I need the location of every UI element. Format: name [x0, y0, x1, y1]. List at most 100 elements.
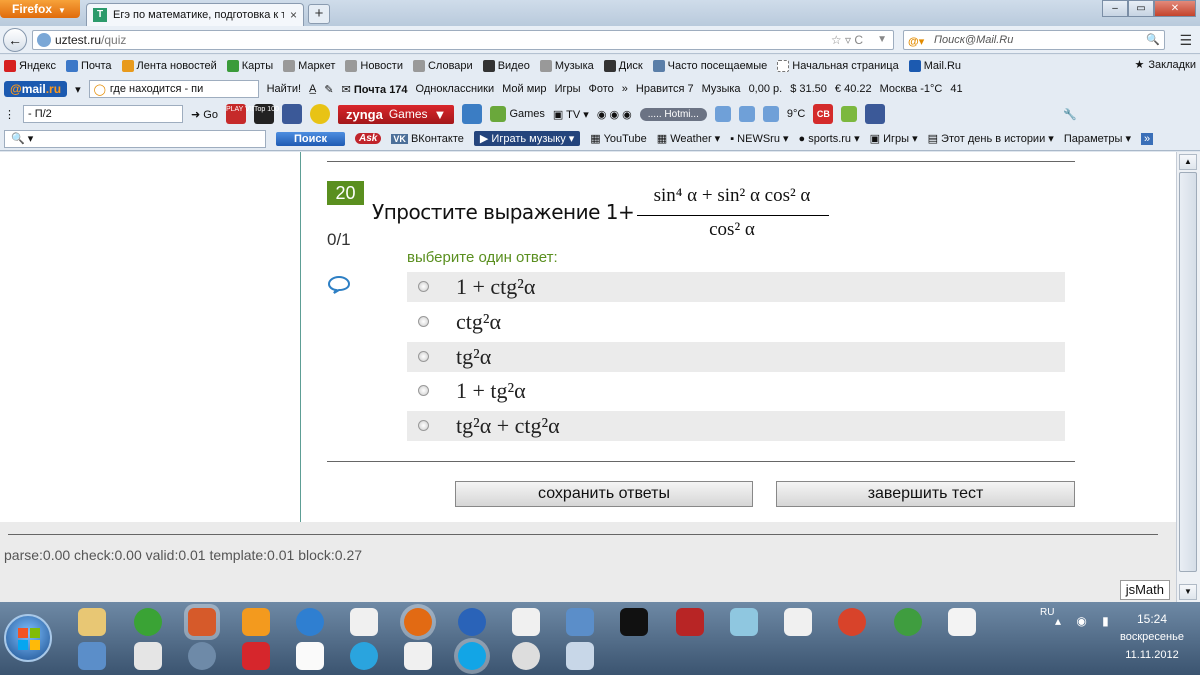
- maximize-button[interactable]: ▭: [1128, 0, 1154, 17]
- addon-combo[interactable]: - П/2: [23, 105, 183, 123]
- ccleaner-icon[interactable]: [838, 608, 866, 636]
- save-answers-button[interactable]: сохранить ответы: [455, 481, 753, 507]
- utorrent-icon[interactable]: [134, 608, 162, 636]
- bookmark-item[interactable]: Начальная страница: [777, 60, 899, 72]
- bookmark-item[interactable]: Яндекс: [4, 60, 56, 72]
- top-100-icon[interactable]: Top 100: [253, 104, 279, 124]
- youtube-link[interactable]: ▦ YouTube: [590, 132, 647, 145]
- go-button[interactable]: ➜ Go: [191, 108, 218, 121]
- answer-radio[interactable]: [418, 420, 429, 431]
- skype-icon[interactable]: [458, 642, 486, 670]
- weather-link[interactable]: ▦ Weather ▾: [657, 132, 720, 145]
- itunes-icon[interactable]: [458, 608, 486, 636]
- answer-radio[interactable]: [418, 385, 429, 396]
- search-input[interactable]: @▾ Поиск@Mail.Ru 🔍: [903, 30, 1165, 50]
- smiley-icon[interactable]: [309, 104, 330, 124]
- answer-option[interactable]: 1 + tg²α: [407, 376, 1065, 406]
- firefox-icon[interactable]: [404, 608, 432, 636]
- comment-bubble-icon[interactable]: [328, 276, 350, 294]
- mailru-logo[interactable]: @mail.ru: [4, 81, 68, 97]
- bookmark-item[interactable]: Музыка: [539, 60, 594, 72]
- answer-radio[interactable]: [418, 316, 429, 327]
- chrome-icon[interactable]: [894, 608, 922, 636]
- answer-radio[interactable]: [418, 351, 429, 362]
- scroll-thumb[interactable]: [1179, 172, 1197, 572]
- bookmark-item[interactable]: Часто посещаемые: [652, 60, 767, 72]
- vertical-scrollbar[interactable]: ▲ ▼: [1176, 152, 1200, 602]
- system-clock[interactable]: 15:24 воскресенье 11.11.2012: [1108, 610, 1196, 664]
- bookmark-star-icon[interactable]: ☆ ▿ C: [831, 31, 863, 49]
- font-icon[interactable]: A̲: [309, 83, 316, 95]
- sports-link[interactable]: ● sports.ru ▾: [799, 132, 860, 145]
- language-indicator[interactable]: RU: [1040, 607, 1054, 618]
- puzzle-icon[interactable]: [462, 104, 483, 124]
- bookmark-item[interactable]: Почта: [66, 60, 112, 72]
- newsru-link[interactable]: ▪ NEWSru ▾: [730, 132, 788, 145]
- angry-birds-icon[interactable]: [676, 608, 704, 636]
- eur-rate[interactable]: € 40.22: [835, 83, 872, 95]
- bookmark-item[interactable]: Видео: [482, 60, 530, 72]
- tv-item[interactable]: ▣ TV ▾: [553, 108, 589, 121]
- mailru-search-combo[interactable]: ◯ где находится - пи: [88, 80, 259, 98]
- scroll-down-arrow-icon[interactable]: ▼: [1179, 584, 1197, 600]
- browser-tab[interactable]: T Егэ по математике, подготовка к тести.…: [86, 3, 304, 26]
- find-button[interactable]: Найти!: [267, 83, 301, 95]
- tray-icons[interactable]: ▴ ◉ ▮: [1055, 614, 1115, 628]
- answer-option[interactable]: tg²α + ctg²α: [407, 411, 1065, 441]
- steam-icon[interactable]: [512, 642, 540, 670]
- mailbar-item[interactable]: Мой мир: [502, 83, 546, 95]
- pencil-icon[interactable]: ✎: [324, 83, 333, 96]
- answer-option[interactable]: ctg²α: [407, 307, 1065, 337]
- leaf-icon[interactable]: [841, 106, 858, 122]
- facebook-notify-icon[interactable]: [865, 104, 886, 124]
- yandex-icon[interactable]: [948, 608, 976, 636]
- blank-document-icon[interactable]: [296, 642, 324, 670]
- answer-option[interactable]: tg²α: [407, 342, 1065, 372]
- box-icon[interactable]: [762, 106, 779, 122]
- ask-icon[interactable]: Ask: [355, 133, 382, 144]
- menu-icon[interactable]: ☰: [1179, 32, 1192, 49]
- games-link[interactable]: ▣ Игры ▾: [870, 132, 918, 145]
- chevron-down-icon[interactable]: ▾: [75, 83, 81, 96]
- url-bar[interactable]: uztest.ru/quiz ☆ ▿ C ▼: [32, 30, 894, 50]
- cb-icon[interactable]: CB: [813, 104, 834, 124]
- document-icon[interactable]: [350, 608, 378, 636]
- finish-test-button[interactable]: завершить тест: [776, 481, 1075, 507]
- history-link[interactable]: ▤ Этот день в истории ▾: [928, 132, 1054, 145]
- search-icon[interactable]: 🔍: [1146, 31, 1160, 49]
- app-icon[interactable]: [188, 608, 216, 636]
- bookmark-item[interactable]: Лента новостей: [121, 60, 217, 72]
- facebook-icon[interactable]: [281, 104, 302, 124]
- jsmath-button[interactable]: jsMath: [1119, 580, 1170, 600]
- player-controls[interactable]: ◉ ◉ ◉: [597, 108, 632, 121]
- mailbar-item[interactable]: Музыка: [702, 83, 741, 95]
- zynga-games-button[interactable]: zynga Games ▼: [337, 104, 455, 124]
- weather-item[interactable]: Москва -1°C: [880, 83, 943, 95]
- hotmail-ticker[interactable]: ..... Hotmi...: [639, 107, 707, 121]
- channel-12-icon[interactable]: [242, 642, 270, 670]
- mail-item[interactable]: ✉ Почта 174: [342, 83, 408, 96]
- firefox-menu-button[interactable]: Firefox ▼: [0, 0, 80, 18]
- calendar-icon[interactable]: [134, 642, 162, 670]
- mail-icon[interactable]: [78, 642, 106, 670]
- minimize-button[interactable]: –: [1102, 0, 1128, 17]
- calculator-icon[interactable]: [566, 642, 594, 670]
- scroll-up-arrow-icon[interactable]: ▲: [1179, 154, 1197, 170]
- explorer-icon[interactable]: [78, 608, 106, 636]
- answer-radio[interactable]: [418, 281, 429, 292]
- chat-icon[interactable]: [738, 106, 755, 122]
- url-dropdown-icon[interactable]: ▼: [877, 31, 887, 49]
- games-item[interactable]: Games: [490, 106, 545, 122]
- toolbar-search-input[interactable]: 🔍 ▾: [4, 129, 266, 148]
- play-music-button[interactable]: ▶ Играть музыку ▾: [473, 131, 581, 146]
- search-button[interactable]: Поиск: [276, 131, 346, 146]
- mailbar-item[interactable]: Фото: [589, 83, 614, 95]
- bookmark-item[interactable]: Карты: [226, 60, 273, 72]
- mailbar-item[interactable]: Игры: [555, 83, 581, 95]
- close-window-button[interactable]: ✕: [1154, 0, 1196, 17]
- internet-explorer-icon[interactable]: [296, 608, 324, 636]
- close-tab-icon[interactable]: ×: [290, 8, 297, 22]
- settings-link[interactable]: Параметры ▾: [1064, 132, 1131, 145]
- usd-rate[interactable]: $ 31.50: [790, 83, 827, 95]
- notepad-icon[interactable]: [730, 608, 758, 636]
